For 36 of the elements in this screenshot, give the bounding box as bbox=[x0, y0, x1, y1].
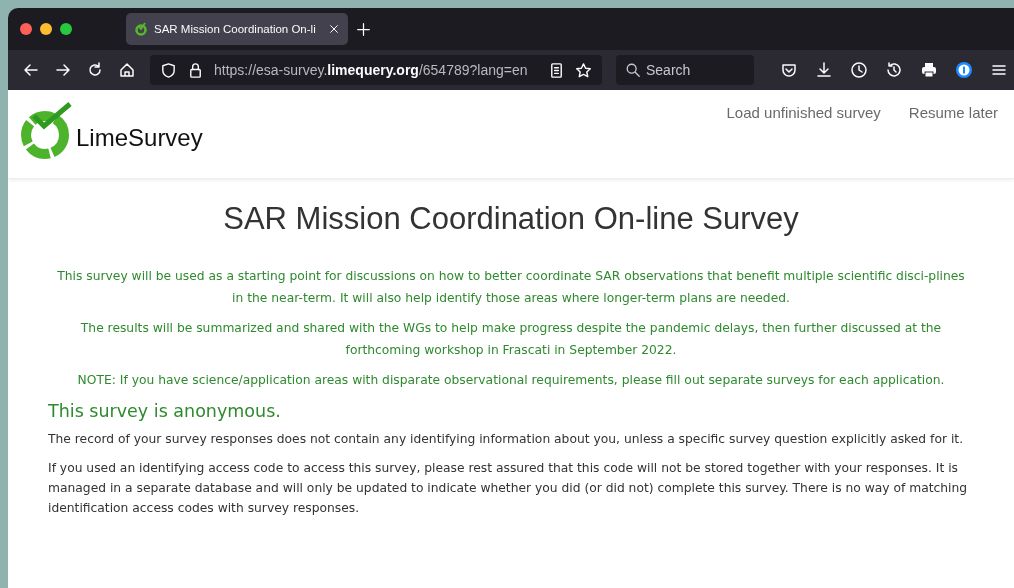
logo-icon bbox=[20, 102, 74, 160]
window-control[interactable] bbox=[40, 23, 52, 35]
reload-icon[interactable] bbox=[86, 61, 104, 79]
section-heading: This survey is anonymous. bbox=[48, 401, 282, 421]
clock-icon[interactable] bbox=[850, 61, 868, 79]
printer-icon[interactable] bbox=[920, 61, 938, 79]
forward-arrow-icon[interactable] bbox=[54, 61, 72, 79]
password-manager-icon[interactable] bbox=[955, 61, 973, 79]
intro-paragraph: The results will be summarized and shared with the WGs to help make progress despite the pandemic delays, then further discussed at the forthcoming workshop in Frascati in September 2022. bbox=[79, 320, 943, 359]
header-link[interactable]: Load unfinished survey bbox=[726, 104, 881, 121]
survey-title: SAR Mission Coordination On-line Survey bbox=[222, 201, 800, 237]
browser-tab[interactable]: SAR Mission Coordination On-li bbox=[126, 13, 348, 45]
search-icon bbox=[625, 62, 641, 78]
intro-paragraph: This survey will be used as a starting point for discussions on how to better coordinate SAR observations that benefit multiple scientific disci-plines in the near-term. It will also help identify those areas where longer-term plans are needed. bbox=[56, 268, 966, 307]
download-icon[interactable] bbox=[815, 61, 833, 79]
reader-view-icon[interactable] bbox=[548, 61, 565, 79]
pocket-icon[interactable] bbox=[780, 61, 798, 79]
privacy-paragraph: If you used an identifying access code to access this survey, please rest assured that this code will not be stored together with your responses. It is managed in a separate database and will only be updated to indicate whether you did (or did not) complete this survey. There is no way of matching identification access codes with survey responses. bbox=[48, 460, 969, 517]
window-control[interactable] bbox=[20, 23, 32, 35]
url-text: https://esa-survey.limequery.org/654789?lang=en bbox=[214, 62, 529, 78]
intro-paragraph: NOTE: If you have science/application areas with disparate observational requirements, please fill out separate surveys for each application. bbox=[76, 372, 946, 389]
logo-text: LimeSurvey bbox=[76, 124, 203, 152]
lock-icon bbox=[187, 61, 204, 79]
star-icon[interactable] bbox=[575, 61, 592, 79]
home-icon[interactable] bbox=[118, 61, 136, 79]
close-icon[interactable] bbox=[328, 23, 340, 35]
privacy-paragraph: The record of your survey responses does not contain any identifying information about you, unless a specific survey question explicitly asked for it. bbox=[48, 431, 965, 448]
search-field[interactable]: Search bbox=[616, 55, 754, 85]
back-arrow-icon[interactable] bbox=[22, 61, 40, 79]
address-bar[interactable]: https://esa-survey.limequery.org/654789?lang=en bbox=[150, 55, 602, 85]
shield-icon bbox=[160, 61, 177, 79]
header-link[interactable]: Resume later bbox=[908, 104, 998, 121]
plus-icon[interactable] bbox=[356, 21, 371, 37]
leaf-ring-icon bbox=[134, 22, 148, 36]
history-icon[interactable] bbox=[885, 61, 903, 79]
window-control[interactable] bbox=[60, 23, 72, 35]
